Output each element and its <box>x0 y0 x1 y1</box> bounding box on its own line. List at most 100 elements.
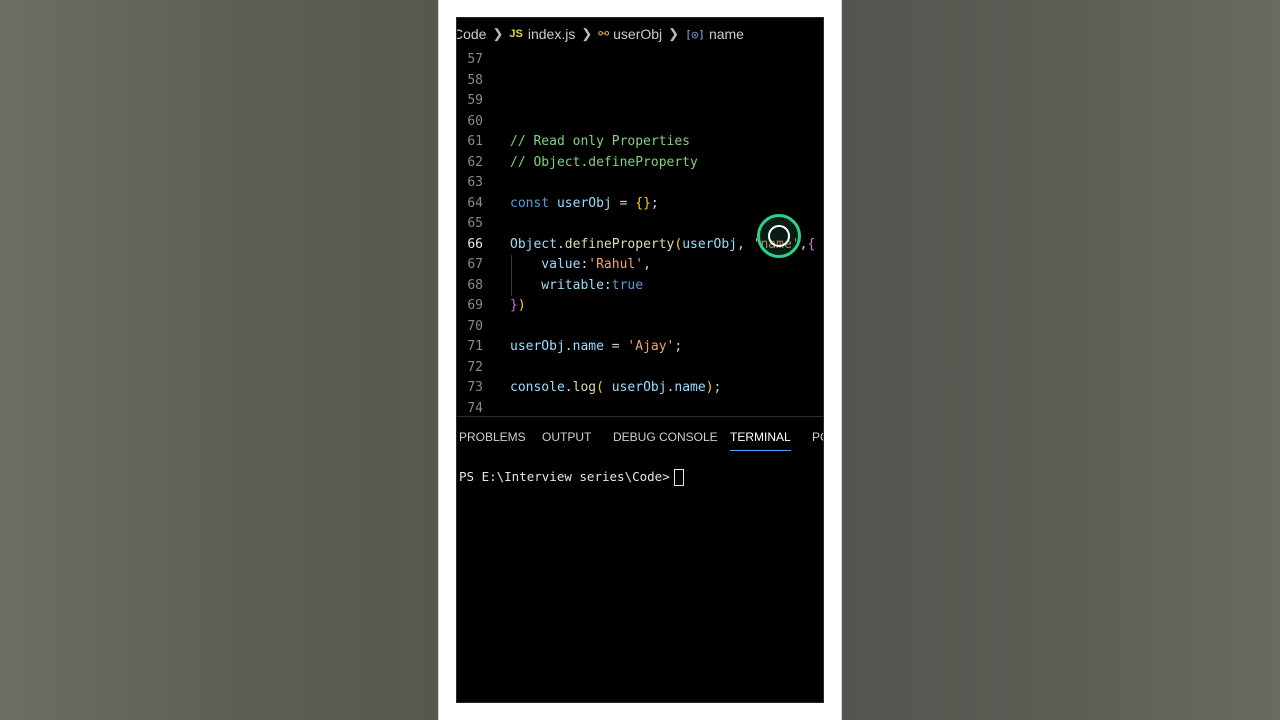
line-number: 67 <box>467 257 483 272</box>
breadcrumb-file-label: index.js <box>527 26 576 42</box>
code-token: . <box>564 339 573 354</box>
code-line[interactable]: 58 <box>457 71 823 92</box>
breadcrumb-folder[interactable]: Code <box>456 26 487 42</box>
code-token: userObj <box>611 380 667 395</box>
line-number: 68 <box>467 277 483 293</box>
chevron-right-icon: ❯ <box>668 26 680 41</box>
tab-terminal[interactable]: TERMINAL <box>730 427 791 453</box>
code-line[interactable]: 68 writable:true <box>457 275 823 297</box>
code-line[interactable]: 61 // Read only Properties <box>457 132 823 153</box>
code-line[interactable]: 69}) <box>457 296 823 317</box>
code-token: userObj <box>682 236 737 252</box>
code-token: . <box>556 236 565 252</box>
code-token: 'Rahul' <box>588 257 644 272</box>
code-token: console <box>510 380 565 395</box>
code-line[interactable]: 64 const userObj = {}; <box>457 194 823 215</box>
code-line[interactable]: 74 <box>457 399 823 417</box>
code-token: const <box>510 195 557 211</box>
tab-output[interactable]: OUTPUT <box>542 427 591 453</box>
code-line[interactable]: 71 userObj.name = 'Ajay'; <box>457 337 823 358</box>
line-number: 63 <box>467 175 483 190</box>
code-token: . <box>564 380 573 395</box>
line-number: 59 <box>467 93 483 108</box>
breadcrumb-object[interactable]: ⚯ userObj <box>598 26 662 42</box>
line-number: 69 <box>467 298 483 313</box>
property-symbol-icon: [◎] <box>685 27 705 41</box>
code-line[interactable]: 59 <box>457 91 823 112</box>
code-text: console.log( userObj.name); <box>510 378 721 399</box>
code-token: value <box>510 257 581 272</box>
code-token: = <box>611 195 636 211</box>
terminal-prompt: PS E:\Interview series\Code> <box>459 469 670 484</box>
code-text: // Object.defineProperty <box>510 153 698 174</box>
line-number: 61 <box>467 134 483 149</box>
code-token: {} <box>635 195 651 211</box>
line-number: 74 <box>467 400 483 416</box>
code-text: value:'Rahul', <box>510 255 651 276</box>
code-token: ) <box>517 298 526 313</box>
code-token: userObj <box>556 195 612 211</box>
code-token: ) <box>705 380 714 395</box>
code-token: defineProperty <box>564 236 675 252</box>
code-text: const userObj = {}; <box>510 194 659 215</box>
line-number: 72 <box>467 359 483 375</box>
tab-ports[interactable]: PO <box>812 427 823 453</box>
code-line[interactable]: 72 <box>457 358 823 379</box>
mouse-cursor-icon <box>768 225 790 247</box>
code-token: { <box>807 236 816 252</box>
breadcrumb: Code ❯ JS index.js ❯ ⚯ userObj ❯ [◎] nam… <box>456 18 819 50</box>
breadcrumb-file[interactable]: JS index.js <box>509 26 575 42</box>
code-token: 'Ajay' <box>627 339 675 354</box>
line-number: 71 <box>467 339 483 354</box>
code-token: writable <box>510 277 604 293</box>
mouse-cursor-highlight <box>757 214 801 258</box>
bottom-panel: PROBLEMS OUTPUT DEBUG CONSOLE TERMINAL P… <box>457 416 823 702</box>
code-text: // Read only Properties <box>510 132 690 153</box>
code-token: // Object.defineProperty <box>510 154 698 170</box>
code-line[interactable]: 63 <box>457 173 823 194</box>
code-text: writable:true <box>510 276 643 297</box>
line-number: 64 <box>467 195 483 211</box>
code-line[interactable]: 62 // Object.defineProperty <box>457 153 823 174</box>
code-token: // Read only Properties <box>510 134 691 149</box>
code-token: ; <box>650 195 659 211</box>
line-number: 57 <box>467 52 483 67</box>
terminal-output[interactable]: PS E:\Interview series\Code> <box>459 469 684 486</box>
breadcrumb-property[interactable]: [◎] name <box>685 26 744 42</box>
code-line[interactable]: 57 <box>457 50 823 71</box>
chevron-right-icon: ❯ <box>492 26 504 41</box>
line-number: 62 <box>467 154 483 170</box>
code-line[interactable]: 60 <box>457 112 823 133</box>
code-token: ; <box>713 380 722 395</box>
line-number: 70 <box>467 318 483 334</box>
tab-problems[interactable]: PROBLEMS <box>459 427 526 453</box>
code-line[interactable]: 73 console.log( userObj.name); <box>457 378 823 399</box>
line-number: 73 <box>467 380 483 395</box>
code-token: : <box>603 277 612 293</box>
code-line[interactable]: 70 <box>457 317 823 338</box>
code-line[interactable]: 67 value:'Rahul', <box>457 255 823 276</box>
code-token: userObj <box>510 339 565 354</box>
tab-debug-console[interactable]: DEBUG CONSOLE <box>613 427 718 453</box>
code-token: , <box>643 257 651 272</box>
code-text: }) <box>510 296 526 317</box>
line-number: 66 <box>467 236 483 252</box>
terminal-cursor <box>673 469 684 486</box>
breadcrumb-object-label: userObj <box>613 26 663 42</box>
line-number: 58 <box>467 72 483 88</box>
code-token: ; <box>674 339 683 354</box>
code-token: name <box>572 339 604 354</box>
breadcrumb-property-label: name <box>708 26 744 42</box>
code-token: Object <box>510 236 557 252</box>
code-token: } <box>510 298 518 313</box>
breadcrumb-folder-label: Code <box>456 26 487 42</box>
code-token: log <box>572 380 597 395</box>
line-number: 60 <box>467 113 483 129</box>
javascript-file-icon: JS <box>509 28 523 40</box>
code-token: true <box>611 277 644 293</box>
code-token: , <box>737 236 753 252</box>
code-token: name <box>674 380 706 395</box>
code-text: userObj.name = 'Ajay'; <box>510 337 682 358</box>
chevron-right-icon: ❯ <box>581 26 593 41</box>
code-token: = <box>603 339 628 354</box>
